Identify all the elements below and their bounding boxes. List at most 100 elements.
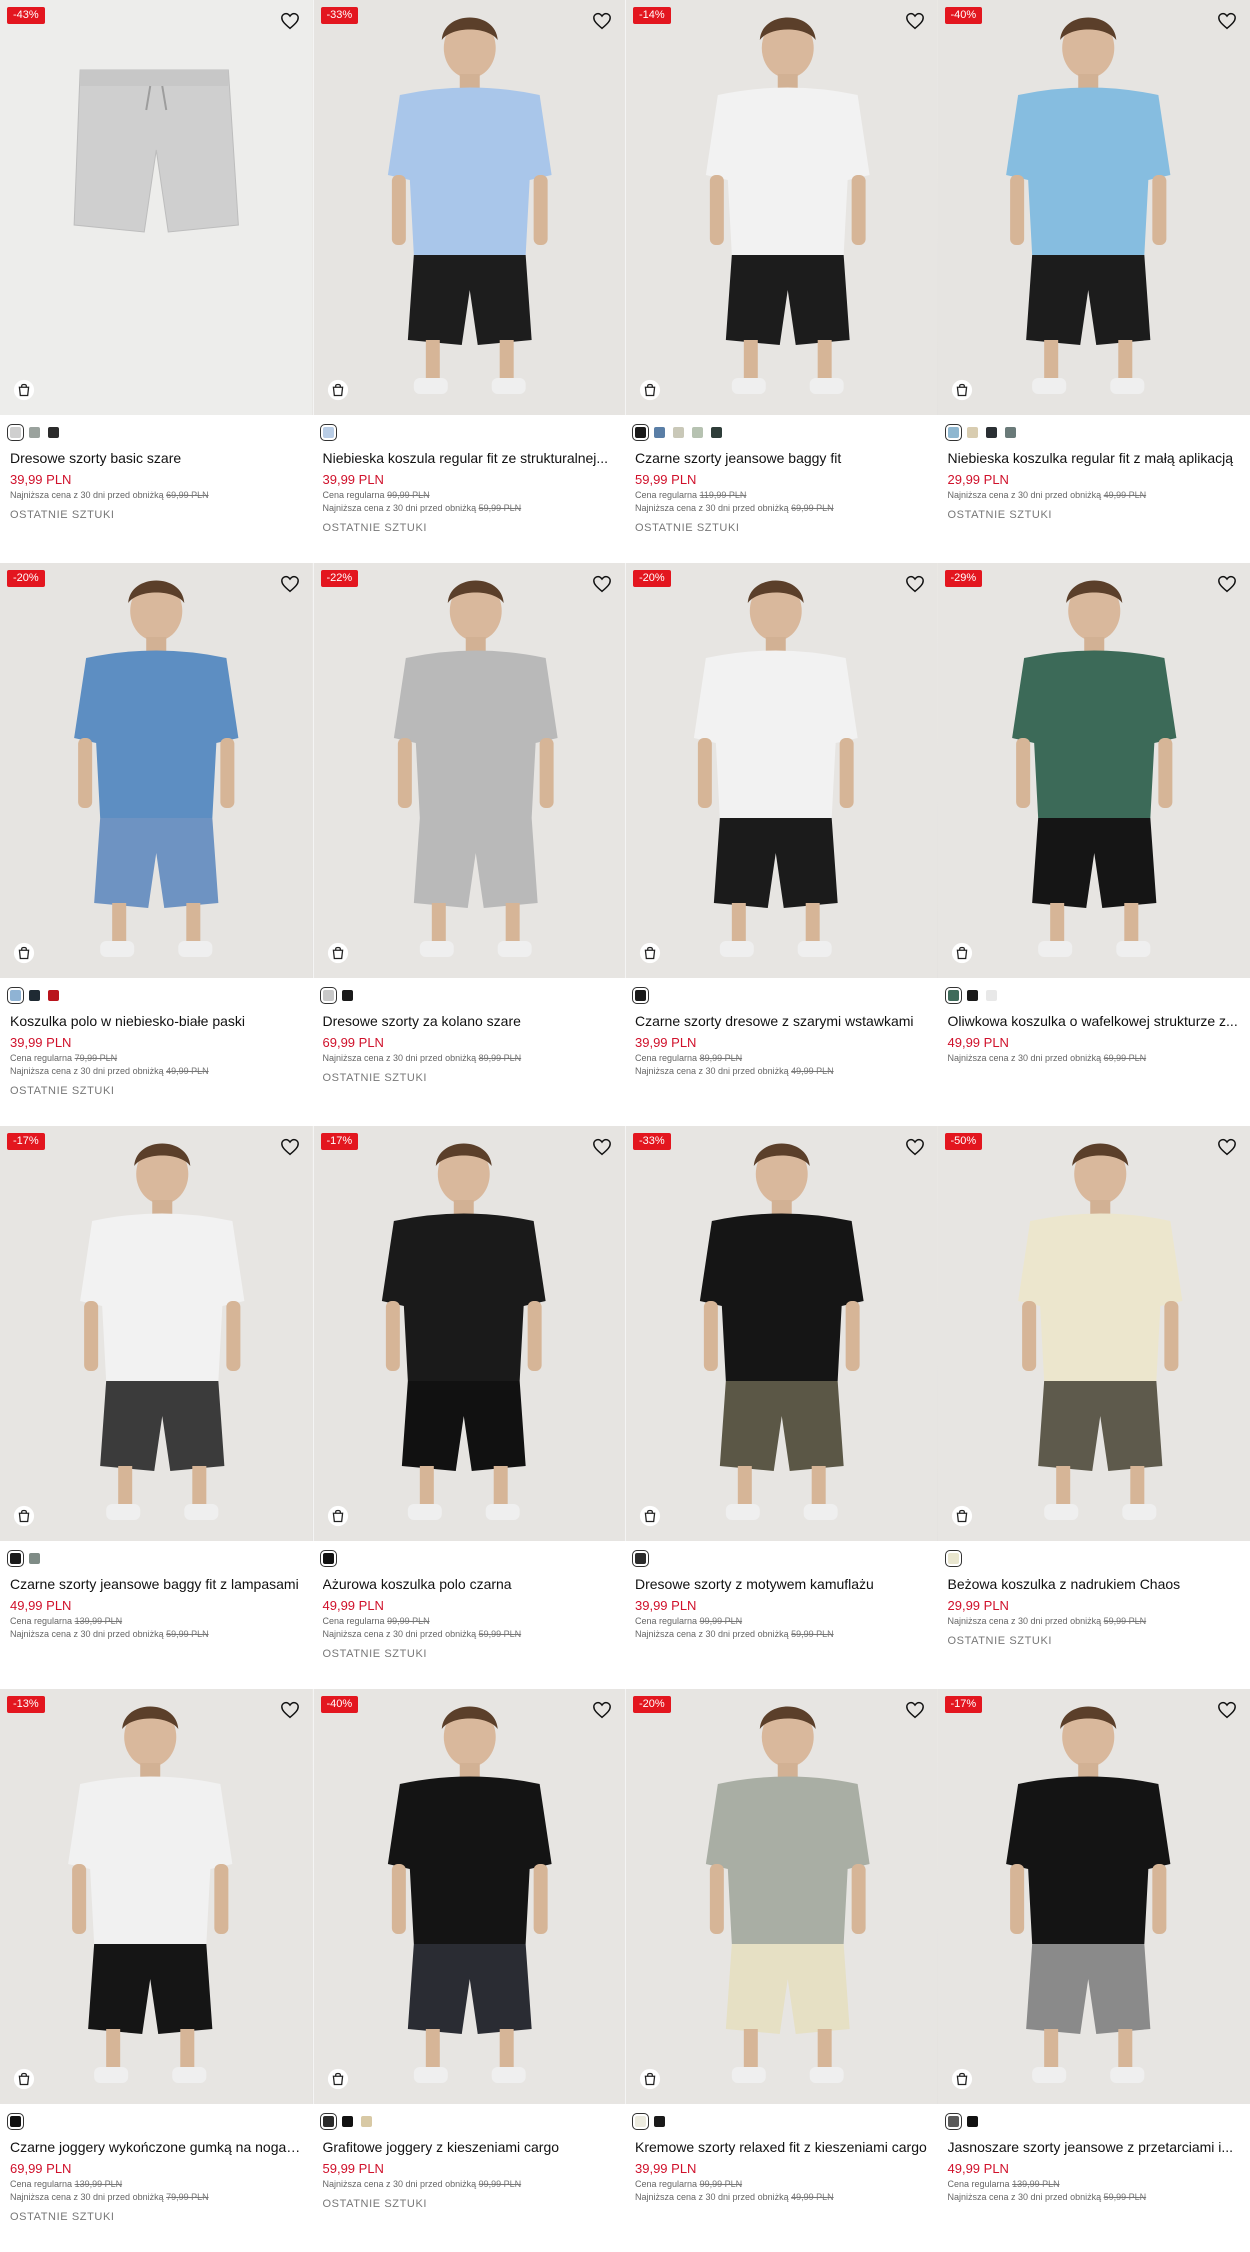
product-card[interactable]: -33%Dresowe szorty z motywem kamuflażu39…	[625, 1126, 938, 1689]
product-name[interactable]: Koszulka polo w niebiesko-białe paski	[10, 1012, 303, 1030]
color-swatch[interactable]	[10, 990, 21, 1001]
add-to-bag-icon[interactable]	[639, 2068, 661, 2090]
product-name[interactable]: Czarne szorty dresowe z szarymi wstawkam…	[635, 1012, 928, 1030]
color-swatch[interactable]	[654, 427, 665, 438]
product-card[interactable]: -20%Kremowe szorty relaxed fit z kieszen…	[625, 1689, 938, 2252]
color-swatch[interactable]	[29, 1553, 40, 1564]
product-card[interactable]: -17% Jasnoszare szorty jeansowe z przetar…	[938, 1689, 1250, 2252]
wishlist-heart-icon[interactable]	[1217, 575, 1237, 593]
product-name[interactable]: Grafitowe joggery z kieszeniami cargo	[323, 2138, 616, 2156]
product-card[interactable]: -40% Grafitowe joggery z kieszeniami carg…	[313, 1689, 626, 2252]
color-swatch[interactable]	[323, 990, 334, 1001]
color-swatch[interactable]	[673, 427, 684, 438]
product-image[interactable]: -14%	[625, 0, 938, 415]
add-to-bag-icon[interactable]	[327, 2068, 349, 2090]
color-swatch[interactable]	[635, 1553, 646, 1564]
product-name[interactable]: Dresowe szorty z motywem kamuflażu	[635, 1575, 928, 1593]
color-swatch[interactable]	[948, 990, 959, 1001]
product-image[interactable]: -20%	[625, 1689, 938, 2104]
product-name[interactable]: Dresowe szorty basic szare	[10, 449, 303, 467]
color-swatch[interactable]	[342, 2116, 353, 2127]
product-image[interactable]: -22%	[313, 563, 626, 978]
add-to-bag-icon[interactable]	[13, 2068, 35, 2090]
product-image[interactable]: -29%	[938, 563, 1250, 978]
wishlist-heart-icon[interactable]	[1217, 1138, 1237, 1156]
product-card[interactable]: -13%Czarne joggery wykończone gumką na n…	[0, 1689, 313, 2252]
add-to-bag-icon[interactable]	[327, 942, 349, 964]
product-image[interactable]: -40%	[938, 0, 1250, 415]
color-swatch[interactable]	[10, 1553, 21, 1564]
wishlist-heart-icon[interactable]	[280, 1138, 300, 1156]
product-card[interactable]: -17%Ażurowa koszulka polo czarna49,99 PL…	[313, 1126, 626, 1689]
product-image[interactable]: -20%	[625, 563, 938, 978]
add-to-bag-icon[interactable]	[13, 1505, 35, 1527]
product-name[interactable]: Beżowa koszulka z nadrukiem Chaos	[948, 1575, 1241, 1593]
color-swatch[interactable]	[986, 427, 997, 438]
wishlist-heart-icon[interactable]	[280, 575, 300, 593]
add-to-bag-icon[interactable]	[327, 379, 349, 401]
product-card[interactable]: -22%Dresowe szorty za kolano szare69,99 …	[313, 563, 626, 1126]
color-swatch[interactable]	[635, 990, 646, 1001]
product-image[interactable]: -40%	[313, 1689, 626, 2104]
color-swatch[interactable]	[342, 990, 353, 1001]
product-card[interactable]: -33%Niebieska koszula regular fit ze str…	[313, 0, 626, 563]
wishlist-heart-icon[interactable]	[592, 1701, 612, 1719]
add-to-bag-icon[interactable]	[639, 379, 661, 401]
color-swatch[interactable]	[29, 990, 40, 1001]
color-swatch[interactable]	[323, 427, 334, 438]
color-swatch[interactable]	[323, 2116, 334, 2127]
product-card[interactable]: -20% Koszulka polo w niebiesko-białe pask…	[0, 563, 313, 1126]
wishlist-heart-icon[interactable]	[905, 1138, 925, 1156]
product-name[interactable]: Ażurowa koszulka polo czarna	[323, 1575, 616, 1593]
color-swatch[interactable]	[986, 990, 997, 1001]
product-name[interactable]: Czarne joggery wykończone gumką na nogaw…	[10, 2138, 303, 2156]
product-name[interactable]: Czarne szorty jeansowe baggy fit	[635, 449, 928, 467]
wishlist-heart-icon[interactable]	[592, 1138, 612, 1156]
color-swatch[interactable]	[10, 427, 21, 438]
product-card[interactable]: -43%Dresowe szorty basic szare39,99 PLNN…	[0, 0, 313, 563]
product-name[interactable]: Niebieska koszulka regular fit z małą ap…	[948, 449, 1241, 467]
product-image[interactable]: -33%	[313, 0, 626, 415]
color-swatch[interactable]	[1005, 427, 1016, 438]
product-image[interactable]: -50%	[938, 1126, 1250, 1541]
add-to-bag-icon[interactable]	[951, 2068, 973, 2090]
product-card[interactable]: -17%Czarne szorty jeansowe baggy fit z l…	[0, 1126, 313, 1689]
color-swatch[interactable]	[948, 427, 959, 438]
color-swatch[interactable]	[967, 427, 978, 438]
product-image[interactable]: -17%	[938, 1689, 1250, 2104]
product-name[interactable]: Jasnoszare szorty jeansowe z przetarciam…	[948, 2138, 1241, 2156]
color-swatch[interactable]	[967, 990, 978, 1001]
product-image[interactable]: -43%	[0, 0, 313, 415]
color-swatch[interactable]	[948, 2116, 959, 2127]
product-name[interactable]: Dresowe szorty za kolano szare	[323, 1012, 616, 1030]
color-swatch[interactable]	[323, 1553, 334, 1564]
color-swatch[interactable]	[654, 2116, 665, 2127]
color-swatch[interactable]	[48, 990, 59, 1001]
product-card[interactable]: -40% Niebieska koszulka regular fit z mał…	[938, 0, 1250, 563]
color-swatch[interactable]	[711, 427, 722, 438]
product-card[interactable]: -29% Oliwkowa koszulka o wafelkowej struk…	[938, 563, 1250, 1126]
product-image[interactable]: -33%	[625, 1126, 938, 1541]
product-card[interactable]: -14%Czarne szorty jeansowe baggy fit59,9…	[625, 0, 938, 563]
add-to-bag-icon[interactable]	[951, 942, 973, 964]
add-to-bag-icon[interactable]	[327, 1505, 349, 1527]
color-swatch[interactable]	[29, 427, 40, 438]
color-swatch[interactable]	[948, 1553, 959, 1564]
wishlist-heart-icon[interactable]	[905, 12, 925, 30]
color-swatch[interactable]	[635, 427, 646, 438]
product-image[interactable]: -17%	[313, 1126, 626, 1541]
product-card[interactable]: -50%Beżowa koszulka z nadrukiem Chaos29,…	[938, 1126, 1250, 1689]
add-to-bag-icon[interactable]	[639, 1505, 661, 1527]
color-swatch[interactable]	[967, 2116, 978, 2127]
add-to-bag-icon[interactable]	[13, 379, 35, 401]
color-swatch[interactable]	[635, 2116, 646, 2127]
color-swatch[interactable]	[10, 2116, 21, 2127]
product-name[interactable]: Oliwkowa koszulka o wafelkowej strukturz…	[948, 1012, 1241, 1030]
product-image[interactable]: -17%	[0, 1126, 313, 1541]
wishlist-heart-icon[interactable]	[280, 1701, 300, 1719]
add-to-bag-icon[interactable]	[951, 379, 973, 401]
wishlist-heart-icon[interactable]	[592, 12, 612, 30]
product-image[interactable]: -20%	[0, 563, 313, 978]
wishlist-heart-icon[interactable]	[1217, 12, 1237, 30]
product-card[interactable]: -20% Czarne szorty dresowe z szarymi wsta…	[625, 563, 938, 1126]
